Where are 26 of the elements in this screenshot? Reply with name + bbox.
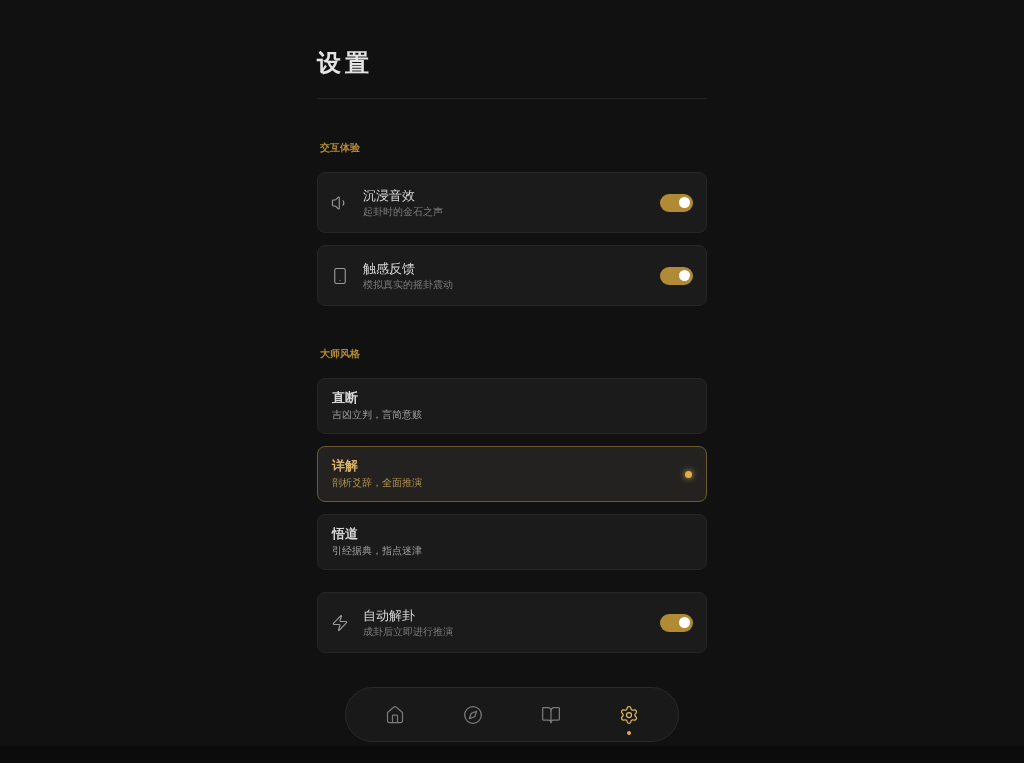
- option-description: 吉凶立判，言简意赅: [332, 408, 423, 422]
- section-heading: 大师风格: [320, 348, 360, 359]
- setting-description: 模拟真实的摇卦震动: [363, 277, 454, 292]
- option-title: 详解: [332, 457, 359, 475]
- lightning-bolt-icon: [331, 613, 349, 632]
- option-title: 悟道: [332, 525, 359, 543]
- toggle-knob: [679, 197, 690, 208]
- setting-title: 自动解卦: [363, 606, 416, 625]
- section-heading: 交互体验: [320, 142, 360, 153]
- page-title: 设置: [317, 47, 374, 79]
- toggle-switch[interactable]: [660, 613, 693, 632]
- style-option[interactable]: 详解 剖析爻辞，全面推演: [317, 446, 707, 502]
- setting-description: 成卦后立即进行推演: [363, 624, 454, 639]
- option-title: 直断: [332, 389, 359, 407]
- setting-description: 起卦时的金石之声: [363, 204, 444, 219]
- option-description: 剖析爻辞，全面推演: [332, 476, 423, 490]
- setting-title: 沉浸音效: [363, 186, 416, 205]
- toggle-switch[interactable]: [660, 193, 693, 212]
- setting-title: 触感反馈: [363, 259, 416, 278]
- style-option[interactable]: 直断 吉凶立判，言简意赅: [317, 378, 707, 434]
- toggle-switch[interactable]: [660, 266, 693, 285]
- style-option[interactable]: 悟道 引经据典，指点迷津: [317, 514, 707, 570]
- phone-icon: [331, 266, 349, 285]
- toggle-knob: [679, 617, 690, 628]
- toggle-knob: [679, 270, 690, 281]
- option-description: 引经据典，指点迷津: [332, 544, 423, 558]
